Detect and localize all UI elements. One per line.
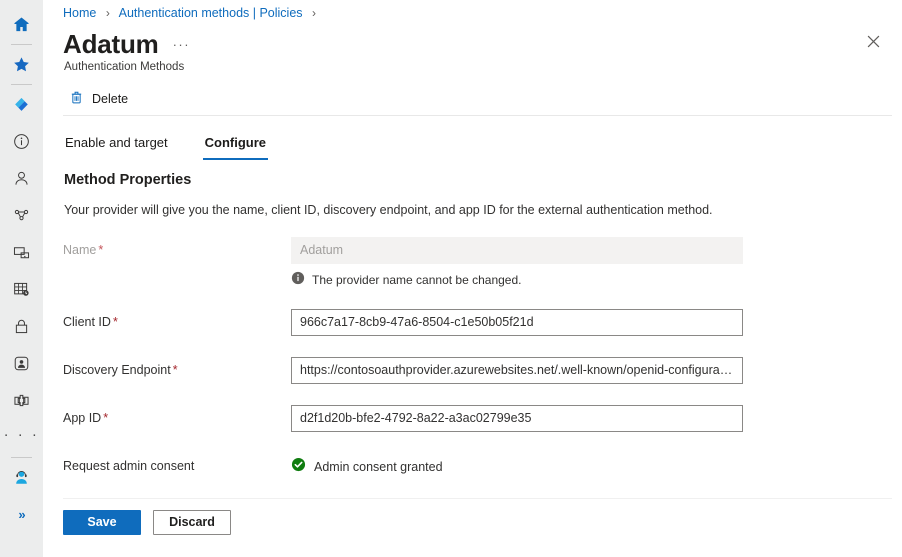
request-admin-consent-column: Admin consent granted: [291, 453, 892, 477]
entra-diamond-icon: [12, 95, 31, 114]
sidebar-item-applications[interactable]: [0, 271, 43, 308]
sidebar-item-protection[interactable]: [0, 308, 43, 345]
tab-list: Enable and target Configure: [63, 128, 301, 160]
sidebar-item-show-more[interactable]: · · ·: [0, 419, 43, 456]
form-row-client-id: Client ID * 966c7a17-8cb9-47a6-8504-c1e50…: [63, 309, 892, 337]
sidebar-item-expand-sidebar[interactable]: »: [0, 496, 43, 533]
app-id-field-column: d2f1d20b-bfe2-4792-8a22-a3ac02799e35: [291, 405, 892, 432]
delete-button[interactable]: Delete: [63, 85, 136, 113]
status-badge: Admin consent granted: [314, 459, 443, 474]
section-description: Your provider will give you the name, cl…: [64, 203, 713, 217]
admin-consent-status: Admin consent granted: [291, 453, 892, 477]
label-text: App ID: [63, 411, 102, 425]
favorites-star-icon: [12, 55, 31, 74]
save-button[interactable]: Save: [63, 510, 141, 535]
method-properties-form: Name * Adatum The provider name cannot be…: [63, 237, 892, 481]
footer-divider: [63, 498, 892, 499]
sidebar-item-home[interactable]: [0, 6, 43, 43]
breadcrumb-item-authentication-methods-policies[interactable]: Authentication methods | Policies: [119, 6, 303, 20]
breadcrumb-separator-icon: ›: [312, 6, 317, 20]
client-id-field-column: 966c7a17-8cb9-47a6-8504-c1e50b05f21d: [291, 309, 892, 336]
label-text: Discovery Endpoint: [63, 363, 171, 377]
info-icon: [291, 271, 305, 289]
label-text: Name: [63, 243, 97, 257]
support-agent-icon: [12, 468, 31, 487]
lock-icon: [12, 317, 31, 336]
app-id-field-label: App ID *: [63, 405, 291, 427]
groups-icon: [12, 206, 31, 225]
breadcrumb: Home › Authentication methods | Policies…: [63, 5, 322, 22]
form-row-discovery-endpoint: Discovery Endpoint * https://contosoauthp…: [63, 357, 892, 385]
tab-label: Enable and target: [65, 135, 168, 150]
required-asterisk: *: [172, 363, 178, 377]
client-id-input[interactable]: 966c7a17-8cb9-47a6-8504-c1e50b05f21d: [291, 309, 743, 336]
app-id-input[interactable]: d2f1d20b-bfe2-4792-8a22-a3ac02799e35: [291, 405, 743, 432]
applications-grid-icon: [12, 280, 31, 299]
sidebar-item-external-identities[interactable]: [0, 382, 43, 419]
delete-button-label: Delete: [92, 92, 129, 106]
close-button[interactable]: [862, 33, 884, 55]
sidebar-item-identity-governance[interactable]: [0, 345, 43, 382]
page-title-row: Adatum ···: [63, 28, 190, 60]
sidebar-item-users[interactable]: [0, 160, 43, 197]
sidebar-item-overview-info[interactable]: [0, 123, 43, 160]
rail-divider: [11, 457, 32, 458]
required-asterisk: *: [98, 243, 104, 257]
discovery-endpoint-input[interactable]: https://contosoauthprovider.azurewebsite…: [291, 357, 743, 384]
page-subtitle: Authentication Methods: [64, 61, 185, 73]
tab-label: Configure: [204, 135, 267, 150]
sidebar-item-help-and-support[interactable]: [0, 459, 43, 496]
home-icon: [12, 15, 31, 34]
sidebar-item-devices[interactable]: [0, 234, 43, 271]
azure-portal-blade: · · · » Home › Authentication methods | …: [0, 0, 902, 557]
user-person-icon: [12, 169, 31, 188]
breadcrumb-separator-icon: ›: [105, 6, 110, 20]
more-ellipsis-icon: · · ·: [3, 425, 40, 443]
identity-governance-icon: [12, 354, 31, 373]
section-title: Method Properties: [64, 172, 192, 188]
info-circle-icon: [12, 132, 31, 151]
more-ellipsis-icon[interactable]: ···: [173, 37, 191, 52]
sidebar-item-microsoft-entra[interactable]: [0, 86, 43, 123]
name-field-hint: The provider name cannot be changed.: [291, 271, 892, 289]
discard-button[interactable]: Discard: [153, 510, 231, 535]
breadcrumb-item-home[interactable]: Home: [63, 6, 96, 20]
check-circle-green-icon: [291, 457, 306, 477]
command-bar: Delete: [63, 85, 136, 113]
required-asterisk: *: [112, 315, 118, 329]
name-field-column: Adatum The provider name cannot be chang…: [291, 237, 892, 289]
form-row-app-id: App ID * d2f1d20b-bfe2-4792-8a22-a3ac0279…: [63, 405, 892, 433]
tab-configure[interactable]: Configure: [202, 128, 269, 160]
sidebar-item-groups[interactable]: [0, 197, 43, 234]
discovery-endpoint-field-column: https://contosoauthprovider.azurewebsite…: [291, 357, 892, 384]
footer-actions: Save Discard: [63, 510, 231, 535]
devices-icon: [12, 243, 31, 262]
blade-content: Home › Authentication methods | Policies…: [43, 0, 902, 557]
configure-panel: Method Properties Your provider will giv…: [63, 170, 892, 501]
puzzle-icon: [12, 391, 31, 410]
close-icon: [867, 35, 880, 53]
trash-icon: [69, 90, 84, 108]
rail-divider: [11, 44, 32, 45]
expand-chevrons-icon: »: [18, 507, 25, 522]
label-text: Client ID: [63, 315, 111, 329]
page-title: Adatum: [63, 29, 159, 59]
command-bar-divider: [63, 115, 892, 116]
sidebar-icon-rail: · · · »: [0, 0, 43, 557]
hint-text: The provider name cannot be changed.: [312, 273, 522, 287]
tab-enable-and-target[interactable]: Enable and target: [63, 128, 170, 160]
name-input: Adatum: [291, 237, 743, 264]
required-asterisk: *: [103, 411, 109, 425]
client-id-field-label: Client ID *: [63, 309, 291, 331]
rail-divider: [11, 84, 32, 85]
discovery-endpoint-field-label: Discovery Endpoint *: [63, 357, 291, 379]
name-field-label: Name *: [63, 237, 291, 259]
form-row-request-admin-consent: Request admin consent Admin consent gran…: [63, 453, 892, 481]
form-row-name: Name * Adatum The provider name cannot be…: [63, 237, 892, 289]
sidebar-item-favorites[interactable]: [0, 46, 43, 83]
request-admin-consent-label: Request admin consent: [63, 459, 195, 473]
